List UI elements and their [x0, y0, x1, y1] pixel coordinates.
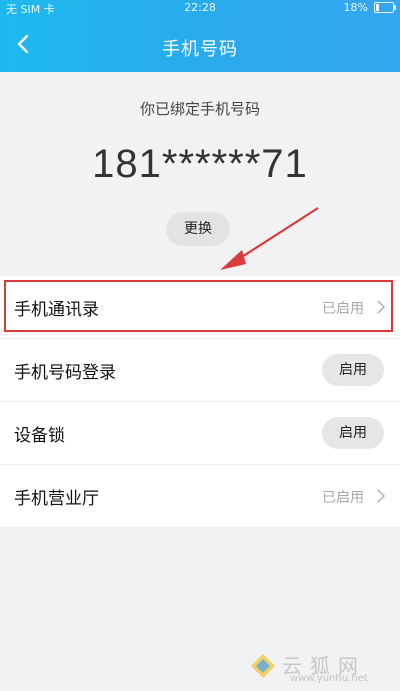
row-status: 已启用 — [322, 301, 364, 317]
chevron-right-icon — [377, 300, 386, 314]
change-phone-button[interactable]: 更换 — [166, 212, 230, 246]
app-header: 无 SIM 卡 22:28 18% 手机号码 — [0, 0, 400, 72]
battery-icon — [374, 2, 396, 13]
bound-phone-label: 你已绑定手机号码 — [139, 100, 260, 118]
battery-fill — [376, 4, 379, 11]
clock: 22:28 — [184, 1, 216, 14]
watermark: 云狐网 www.yunhu.net — [250, 651, 390, 685]
row-status: 已启用 — [322, 490, 364, 506]
row-contacts[interactable]: 手机通讯录 已启用 — [0, 276, 400, 339]
row-business-hall[interactable]: 手机营业厅 已启用 — [0, 465, 400, 527]
row-label: 手机通讯录 — [14, 300, 99, 320]
chevron-right-icon — [377, 489, 386, 503]
row-phone-login: 手机号码登录 启用 — [0, 339, 400, 402]
row-label: 手机营业厅 — [14, 489, 99, 509]
enable-phone-login-button[interactable]: 启用 — [322, 354, 384, 386]
row-label: 手机号码登录 — [14, 363, 116, 383]
watermark-logo-icon — [251, 654, 275, 678]
status-right: 18% — [343, 1, 396, 14]
row-device-lock: 设备锁 启用 — [0, 402, 400, 465]
page-title: 手机号码 — [162, 39, 238, 60]
bound-phone-section: 你已绑定手机号码 181******71 更换 — [0, 72, 400, 264]
settings-list: 手机通讯录 已启用 手机号码登录 启用 设备锁 启用 手机营业厅 已启用 — [0, 276, 400, 527]
status-bar: 无 SIM 卡 22:28 18% — [0, 0, 400, 16]
watermark-url: www.yunhu.net — [290, 673, 368, 684]
enable-device-lock-button[interactable]: 启用 — [322, 417, 384, 449]
row-label: 设备锁 — [14, 426, 65, 446]
bound-phone-number: 181******71 — [92, 142, 308, 186]
battery-percent: 18% — [343, 1, 368, 14]
